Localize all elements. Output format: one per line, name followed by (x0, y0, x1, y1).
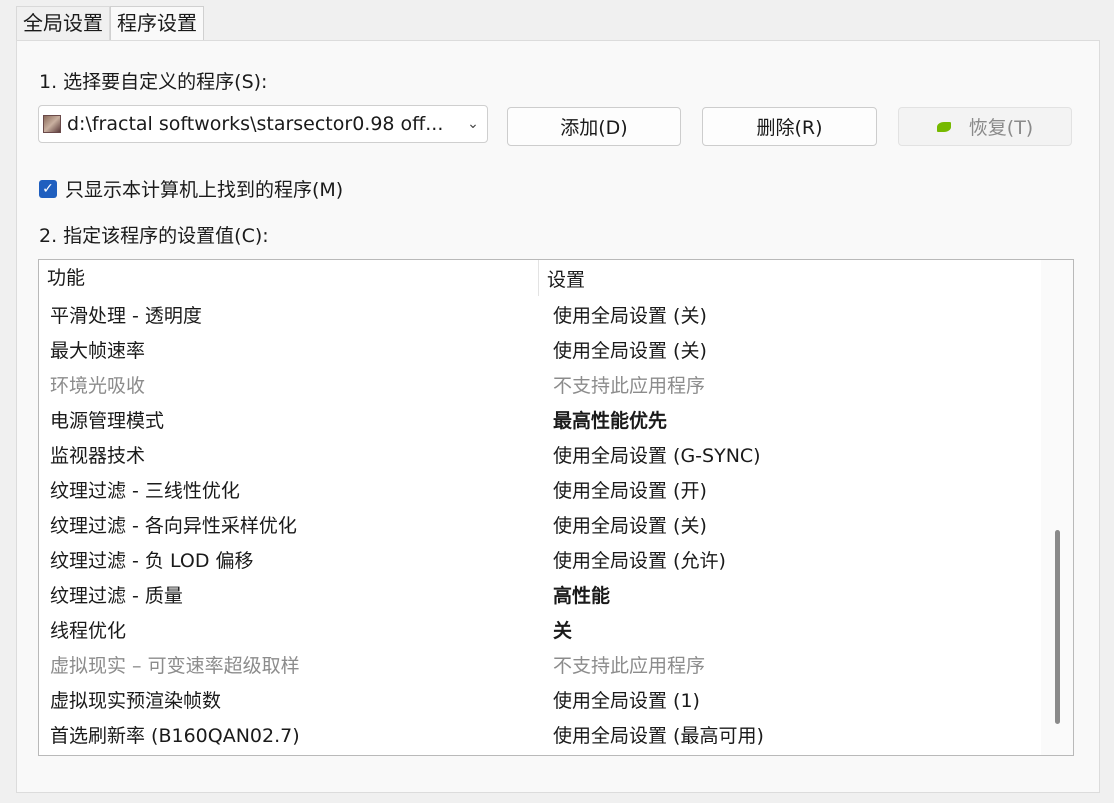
setting-cell[interactable]: 使用全局设置 (关) (539, 511, 707, 538)
setting-cell[interactable]: 使用全局设置 (开) (539, 476, 707, 503)
checkbox-label: 只显示本计算机上找到的程序(M) (65, 179, 344, 201)
program-select[interactable]: d:\fractal softworks\starsector0.98 off.… (38, 105, 488, 143)
table-row[interactable]: 虚拟现实 – 可变速率超级取样 不支持此应用程序 (39, 647, 1039, 682)
step1-label: 1. 选择要自定义的程序(S): (39, 71, 268, 93)
setting-cell[interactable]: 高性能 (539, 581, 610, 608)
settings-rows: 平滑处理 - 透明度 使用全局设置 (关) 最大帧速率 使用全局设置 (关) 环境光吸收… (39, 297, 1039, 752)
scrollbar-thumb[interactable] (1055, 530, 1060, 724)
feature-cell: 纹理过滤 - 各向异性采样优化 (50, 515, 297, 537)
settings-list: 功能 设置 平滑处理 - 透明度 使用全局设置 (关) 最大帧速率 使用全局设置 (关… (38, 259, 1074, 756)
feature-cell: 环境光吸收 (50, 375, 146, 397)
setting-cell[interactable]: 使用全局设置 (关) (539, 301, 707, 328)
setting-cell[interactable]: 使用全局设置 (G-SYNC) (539, 441, 761, 468)
feature-cell: 平滑处理 - 透明度 (50, 305, 202, 327)
setting-cell[interactable]: 使用全局设置 (关) (539, 336, 707, 363)
table-row[interactable]: 平滑处理 - 透明度 使用全局设置 (关) (39, 297, 1039, 332)
column-header-feature[interactable]: 功能 (39, 260, 539, 296)
chevron-down-icon: ⌄ (467, 116, 479, 132)
setting-cell[interactable]: 使用全局设置 (允许) (539, 546, 726, 573)
restore-button-label: 恢复(T) (968, 117, 1034, 139)
add-button[interactable]: 添加(D) (507, 107, 681, 146)
feature-cell: 虚拟现实预渲染帧数 (50, 690, 222, 712)
setting-cell[interactable]: 使用全局设置 (1) (539, 686, 700, 713)
setting-cell[interactable]: 使用全局设置 (最高可用) (539, 721, 764, 748)
table-row[interactable]: 首选刷新率 (B160QAN02.7) 使用全局设置 (最高可用) (39, 717, 1039, 752)
feature-cell: 电源管理模式 (50, 410, 165, 432)
program-settings-panel: 1. 选择要自定义的程序(S): d:\fractal softworks\st… (16, 40, 1100, 793)
table-row[interactable]: 电源管理模式 最高性能优先 (39, 402, 1039, 437)
table-row[interactable]: 纹理过滤 - 各向异性采样优化 使用全局设置 (关) (39, 507, 1039, 542)
tab-global-settings[interactable]: 全局设置 (16, 6, 110, 40)
vertical-scrollbar[interactable] (1041, 260, 1073, 755)
column-header-setting[interactable]: 设置 (539, 265, 585, 292)
feature-cell: 纹理过滤 - 质量 (50, 585, 183, 607)
table-row[interactable]: 环境光吸收 不支持此应用程序 (39, 367, 1039, 402)
checkmark-icon[interactable]: ✓ (39, 179, 57, 198)
feature-cell: 监视器技术 (50, 445, 146, 467)
setting-cell[interactable]: 关 (539, 616, 572, 643)
show-found-programs-checkbox[interactable]: ✓ 只显示本计算机上找到的程序(M) (39, 175, 343, 202)
program-select-value: d:\fractal softworks\starsector0.98 off.… (67, 113, 444, 135)
list-header: 功能 设置 (39, 260, 1039, 296)
table-row[interactable]: 最大帧速率 使用全局设置 (关) (39, 332, 1039, 367)
setting-cell[interactable]: 最高性能优先 (539, 406, 667, 433)
table-row[interactable]: 纹理过滤 - 三线性优化 使用全局设置 (开) (39, 472, 1039, 507)
table-row[interactable]: 线程优化 关 (39, 612, 1039, 647)
setting-cell[interactable]: 不支持此应用程序 (539, 651, 705, 678)
delete-button[interactable]: 删除(R) (702, 107, 877, 146)
step2-label: 2. 指定该程序的设置值(C): (39, 225, 269, 247)
feature-cell: 虚拟现实 – 可变速率超级取样 (50, 655, 300, 677)
feature-cell: 纹理过滤 - 三线性优化 (50, 480, 240, 502)
program-icon (43, 115, 61, 133)
feature-cell: 纹理过滤 - 负 LOD 偏移 (50, 550, 254, 572)
feature-cell: 首选刷新率 (B160QAN02.7) (50, 725, 300, 747)
table-row[interactable]: 纹理过滤 - 质量 高性能 (39, 577, 1039, 612)
tab-program-settings[interactable]: 程序设置 (110, 6, 204, 40)
tab-bar: 全局设置 程序设置 (16, 6, 204, 40)
table-row[interactable]: 虚拟现实预渲染帧数 使用全局设置 (1) (39, 682, 1039, 717)
feature-cell: 线程优化 (50, 620, 127, 642)
nvidia-icon (936, 121, 951, 132)
table-row[interactable]: 监视器技术 使用全局设置 (G-SYNC) (39, 437, 1039, 472)
feature-cell: 最大帧速率 (50, 340, 146, 362)
restore-button[interactable]: 恢复(T) (898, 107, 1072, 146)
table-row[interactable]: 纹理过滤 - 负 LOD 偏移 使用全局设置 (允许) (39, 542, 1039, 577)
setting-cell[interactable]: 不支持此应用程序 (539, 371, 705, 398)
